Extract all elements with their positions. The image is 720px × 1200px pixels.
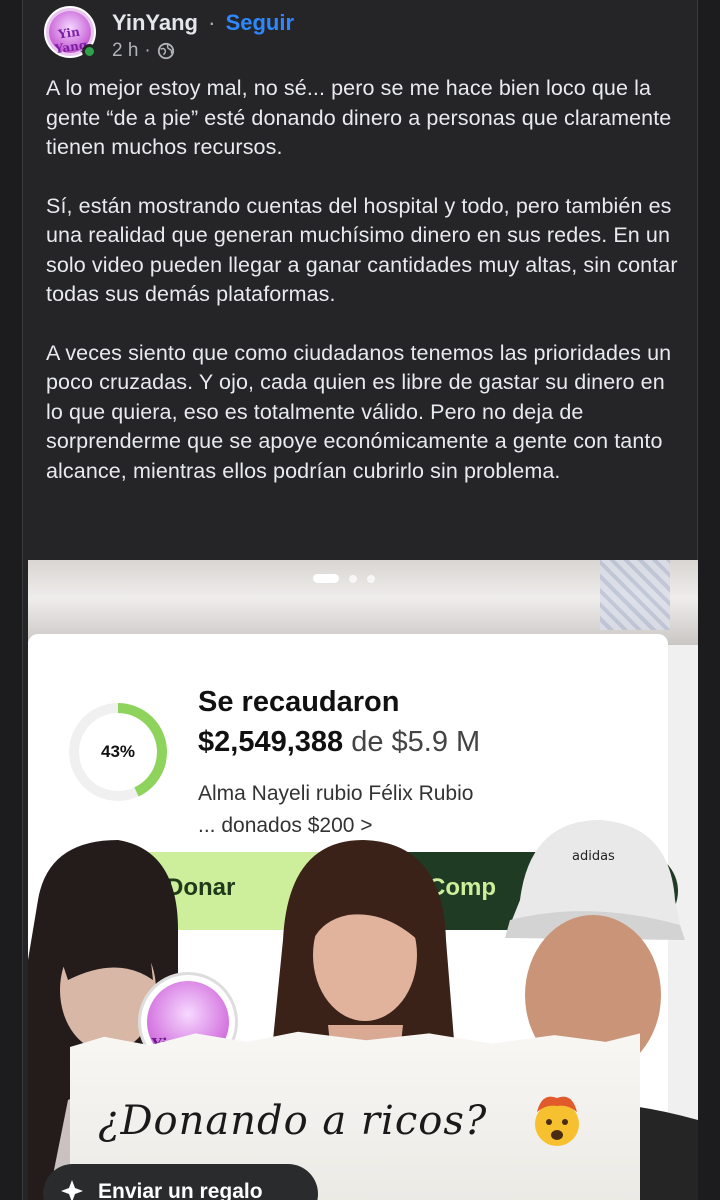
online-status-dot xyxy=(82,44,97,59)
carousel-dot-active xyxy=(313,574,339,583)
post-paragraph: A lo mejor estoy mal, no sé... pero se m… xyxy=(46,76,672,159)
svg-text:adidas: adidas xyxy=(572,849,615,864)
carousel-dot xyxy=(349,574,357,583)
post-header: Yin Yang YinYang · Seguir 2 h · xyxy=(44,6,684,62)
photo-background-pattern xyxy=(600,560,670,630)
separator-dot: · xyxy=(208,10,216,35)
globe-icon xyxy=(157,42,174,60)
separator-dot: · xyxy=(144,40,151,61)
send-gift-button[interactable]: Enviar un regalo xyxy=(43,1164,318,1200)
exploding-head-emoji-icon xyxy=(535,1096,579,1146)
post-time[interactable]: 2 h xyxy=(112,40,138,62)
post-paragraph: Sí, están mostrando cuentas del hospital… xyxy=(46,193,678,307)
goal-text: de $5.9 M xyxy=(343,726,481,758)
author-line: YinYang · Seguir xyxy=(112,10,294,36)
post-meta: 2 h · xyxy=(112,40,175,62)
post-image[interactable]: 43% Se recaudaron $2,549,388 de $5.9 M A… xyxy=(28,560,698,1200)
raised-amount: $2,549,388 de $5.9 M xyxy=(198,726,480,759)
author-name[interactable]: YinYang xyxy=(112,10,198,35)
gift-sparkle-icon xyxy=(61,1180,83,1200)
amount-value: $2,549,388 xyxy=(198,726,344,758)
donor-name: Alma Nayeli rubio Félix Rubio xyxy=(198,782,474,805)
post-body: A lo mejor estoy mal, no sé... pero se m… xyxy=(46,74,686,515)
post-paragraph: A veces siento que como ciudadanos tenem… xyxy=(46,340,672,483)
progress-percent: 43% xyxy=(100,742,136,761)
carousel-dot xyxy=(367,574,375,583)
raised-title: Se recaudaron xyxy=(198,686,400,718)
photo-background xyxy=(28,560,698,645)
image-headline: ¿Donando a ricos? xyxy=(98,1098,488,1144)
send-gift-label: Enviar un regalo xyxy=(98,1180,263,1200)
follow-button[interactable]: Seguir xyxy=(226,10,294,35)
carousel-indicator[interactable] xyxy=(313,574,375,583)
